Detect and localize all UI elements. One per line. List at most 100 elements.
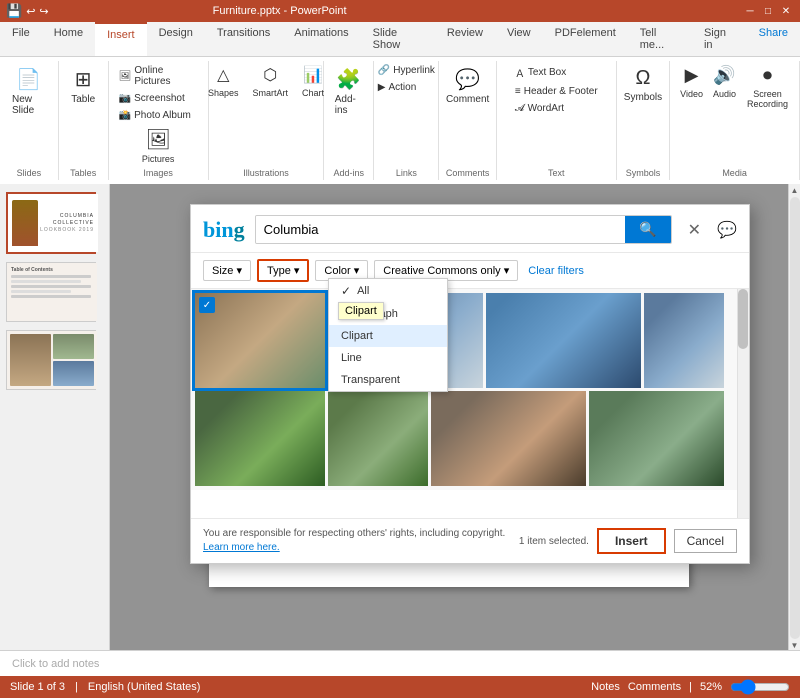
tab-slideshow[interactable]: Slide Show (361, 22, 435, 56)
dropdown-item-all[interactable]: ✓ All (329, 279, 447, 303)
selected-count: 1 item selected. (519, 536, 589, 547)
signin-btn[interactable]: Sign in (692, 22, 747, 56)
symbols-button[interactable]: Ω Symbols (618, 63, 668, 107)
ribbon-group-links: 🔗 Hyperlink ▶ Action Links (374, 61, 439, 180)
comment-button[interactable]: 💬 Comment (440, 63, 495, 109)
bing-logo: bing (203, 217, 245, 243)
notes-area[interactable]: Click to add notes (0, 650, 800, 676)
canvas-area: COLUMBIA COLLECTIVE LOOKBOOK 2019 bing 🔍… (110, 184, 788, 650)
bing-search-input[interactable] (256, 216, 626, 243)
ribbon-group-addins: 🧩 Add-ins Add-ins (324, 61, 374, 180)
tab-view[interactable]: View (495, 22, 543, 56)
notes-btn[interactable]: Notes (591, 681, 620, 693)
bing-disclaimer: You are responsible for respecting other… (203, 527, 519, 555)
hyperlink-button[interactable]: 🔗 Hyperlink (374, 63, 439, 78)
textbox-button[interactable]: Ａ Text Box (511, 63, 602, 82)
ribbon-group-symbols: Ω Symbols Symbols (617, 61, 670, 180)
hyperlink-icon: 🔗 (378, 65, 390, 76)
ribbon-group-media: ▶ Video 🔊 Audio ⏺ Screen Recording Media (670, 61, 800, 180)
tab-transitions[interactable]: Transitions (205, 22, 282, 56)
scroll-down-arrow[interactable]: ▼ (791, 641, 799, 650)
share-btn[interactable]: Share (747, 22, 800, 56)
slide-thumb-container-1: 1 COLUMBIA COLLECTIVE LOOKBOOK 2019 (6, 192, 103, 254)
type-filter-button[interactable]: Type ▾ (257, 259, 309, 282)
ribbon-content: 📄 New Slide Slides ⊞ Table Tables 🖼 Onli… (0, 57, 800, 184)
tab-tellme[interactable]: Tell me... (628, 22, 692, 56)
image-thumb-5[interactable] (195, 391, 325, 486)
dropdown-item-transparent[interactable]: Transparent (329, 369, 447, 391)
bing-toolbar: Size ▾ Type ▾ Color ▾ Creative Commons o… (191, 253, 749, 289)
bing-search-button[interactable]: 🔍 (625, 216, 670, 243)
insert-button[interactable]: Insert (597, 528, 666, 554)
tab-home[interactable]: Home (42, 22, 95, 56)
check-icon: ✓ (341, 284, 351, 298)
shapes-button[interactable]: △ Shapes (202, 63, 245, 100)
images-scrollbar[interactable] (737, 289, 749, 518)
close-btn[interactable]: ✕ (778, 3, 794, 19)
undo-btn[interactable]: ↩ (26, 5, 35, 18)
image-thumb-3[interactable] (486, 293, 641, 388)
smartart-icon: ⬡ (263, 65, 277, 85)
slide-thumb-3[interactable] (6, 330, 96, 390)
tab-animations[interactable]: Animations (282, 22, 360, 56)
slides-panel: 1 COLUMBIA COLLECTIVE LOOKBOOK 2019 2 (0, 184, 110, 650)
ribbon-tabs: File Home Insert Design Transitions Anim… (0, 22, 800, 57)
image-thumb-1[interactable]: ✓ (195, 293, 325, 388)
slide-thumb-2[interactable]: Table of Contents (6, 262, 96, 322)
maximize-btn[interactable]: □ (760, 3, 776, 19)
image-thumb-8[interactable] (589, 391, 724, 486)
slide-thumb-container-3: 3 (6, 330, 103, 390)
comment-icon: 💬 (455, 67, 480, 92)
dropdown-item-clipart[interactable]: Clipart (329, 325, 447, 347)
zoom-level: | (689, 681, 692, 693)
screen-recording-button[interactable]: ⏺ Screen Recording (742, 63, 793, 111)
video-button[interactable]: ▶ Video (676, 63, 707, 101)
ribbon-group-comments: 💬 Comment Comments (439, 61, 496, 180)
status-bar-right: Notes Comments | 52% (591, 681, 790, 693)
tab-file[interactable]: File (0, 22, 42, 56)
title-bar-left: 💾 ↩ ↪ Furniture.pptx - PowerPoint (6, 3, 347, 19)
smartart-button[interactable]: ⬡ SmartArt (246, 63, 294, 100)
online-pictures-icon: 🖼 (119, 71, 132, 82)
redo-btn[interactable]: ↪ (39, 5, 48, 18)
main-scrollbar[interactable]: ▲ ▼ (788, 184, 800, 650)
online-pictures-button[interactable]: 🖼 Online Pictures (115, 63, 202, 89)
new-slide-button[interactable]: 📄 New Slide (6, 63, 52, 120)
scroll-track[interactable] (790, 197, 800, 639)
cancel-button[interactable]: Cancel (674, 529, 737, 553)
image-thumb-6[interactable] (328, 391, 428, 486)
clear-filters-button[interactable]: Clear filters (528, 265, 584, 277)
audio-icon: 🔊 (713, 65, 735, 86)
images-area: ✓ (191, 289, 749, 518)
minimize-btn[interactable]: ─ (742, 3, 758, 19)
bing-close-button[interactable]: ✕ (682, 218, 707, 242)
screenshot-button[interactable]: 📷 Screenshot (115, 91, 202, 106)
wordart-button[interactable]: 𝓐 WordArt (511, 101, 602, 116)
learn-more-link[interactable]: Learn more here. (203, 542, 280, 553)
title-text: Furniture.pptx - PowerPoint (213, 5, 347, 17)
tab-review[interactable]: Review (435, 22, 495, 56)
status-bar: Slide 1 of 3 | English (United States) N… (0, 676, 800, 698)
pictures-icon: 🖼 (145, 127, 170, 152)
dropdown-item-line[interactable]: Line (329, 347, 447, 369)
audio-button[interactable]: 🔊 Audio (709, 63, 740, 101)
tab-design[interactable]: Design (147, 22, 205, 56)
addins-button[interactable]: 🧩 Add-ins (329, 63, 369, 120)
table-button[interactable]: ⊞ Table (63, 63, 103, 109)
image-thumb-7[interactable] (431, 391, 586, 486)
size-filter-button[interactable]: Size ▾ (203, 260, 251, 281)
slide-thumb-1[interactable]: COLUMBIA COLLECTIVE LOOKBOOK 2019 (6, 192, 96, 254)
scrollbar-thumb[interactable] (738, 289, 748, 349)
type-dropdown-menu: ✓ All Photograph Clipart Line Transparen… (328, 278, 448, 392)
zoom-slider[interactable] (730, 681, 790, 693)
scroll-up-arrow[interactable]: ▲ (791, 186, 799, 195)
image-thumb-4[interactable] (644, 293, 724, 388)
pictures-button[interactable]: 🖼 Pictures (136, 123, 181, 168)
tab-pdfelement[interactable]: PDFelement (543, 22, 628, 56)
bing-header: bing 🔍 ✕ 💬 (191, 205, 749, 253)
header-footer-button[interactable]: ≡ Header & Footer (511, 84, 602, 99)
tab-insert[interactable]: Insert (95, 22, 147, 56)
comments-btn[interactable]: Comments (628, 681, 681, 693)
action-button[interactable]: ▶ Action (374, 80, 439, 95)
photo-album-button[interactable]: 📸 Photo Album (115, 108, 202, 123)
